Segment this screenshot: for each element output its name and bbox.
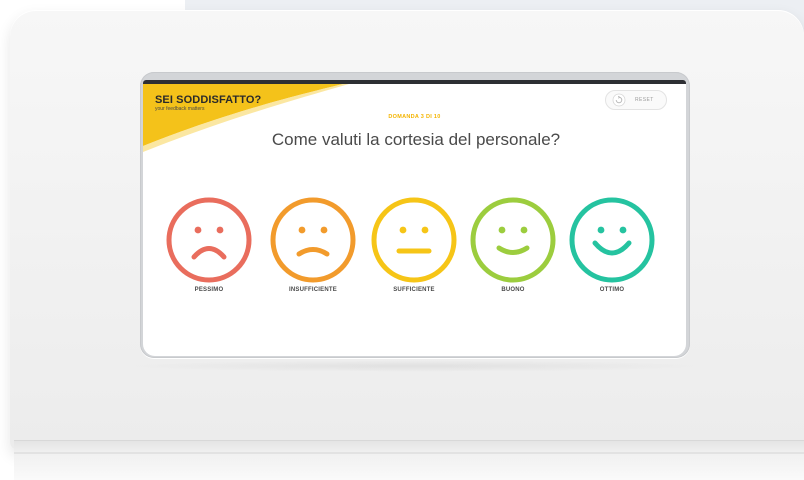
question-counter: DOMANDA 3 DI 10 (388, 114, 441, 120)
neutral-face-icon (371, 197, 457, 283)
kiosk-ledge (14, 452, 804, 454)
reset-button[interactable]: RESET (605, 90, 667, 110)
banner-subtitle: your feedback matters (155, 106, 205, 112)
very-sad-face-icon (166, 197, 252, 283)
happy-face-icon (470, 197, 556, 283)
rating-label-ottimo: OTTIMO (599, 287, 625, 293)
very-happy-face-icon (569, 197, 655, 283)
rating-option-insufficiente[interactable] (269, 196, 357, 284)
kiosk-base (14, 440, 804, 480)
touch-screen: SEI SODDISFATTO? your feedback matters R… (143, 80, 686, 356)
rating-label-sufficiente: SUFFICIENTE (393, 287, 435, 293)
rating-option-ottimo[interactable] (568, 196, 656, 284)
rating-label-insufficiente: INSUFFICIENTE (289, 287, 337, 293)
rating-option-buono[interactable] (469, 196, 557, 284)
reset-label: RESET (635, 97, 654, 103)
rating-label-pessimo: PESSIMO (194, 287, 224, 293)
sad-face-icon (270, 197, 356, 283)
screen-shadow (120, 360, 710, 372)
rating-option-pessimo[interactable] (165, 196, 253, 284)
refresh-icon (612, 93, 626, 107)
rating-label-buono: BUONO (501, 287, 525, 293)
question-text: Come valuti la cortesia del personale? (271, 130, 561, 149)
banner-title: SEI SODDISFATTO? (155, 94, 262, 106)
rating-option-sufficiente[interactable] (370, 196, 458, 284)
